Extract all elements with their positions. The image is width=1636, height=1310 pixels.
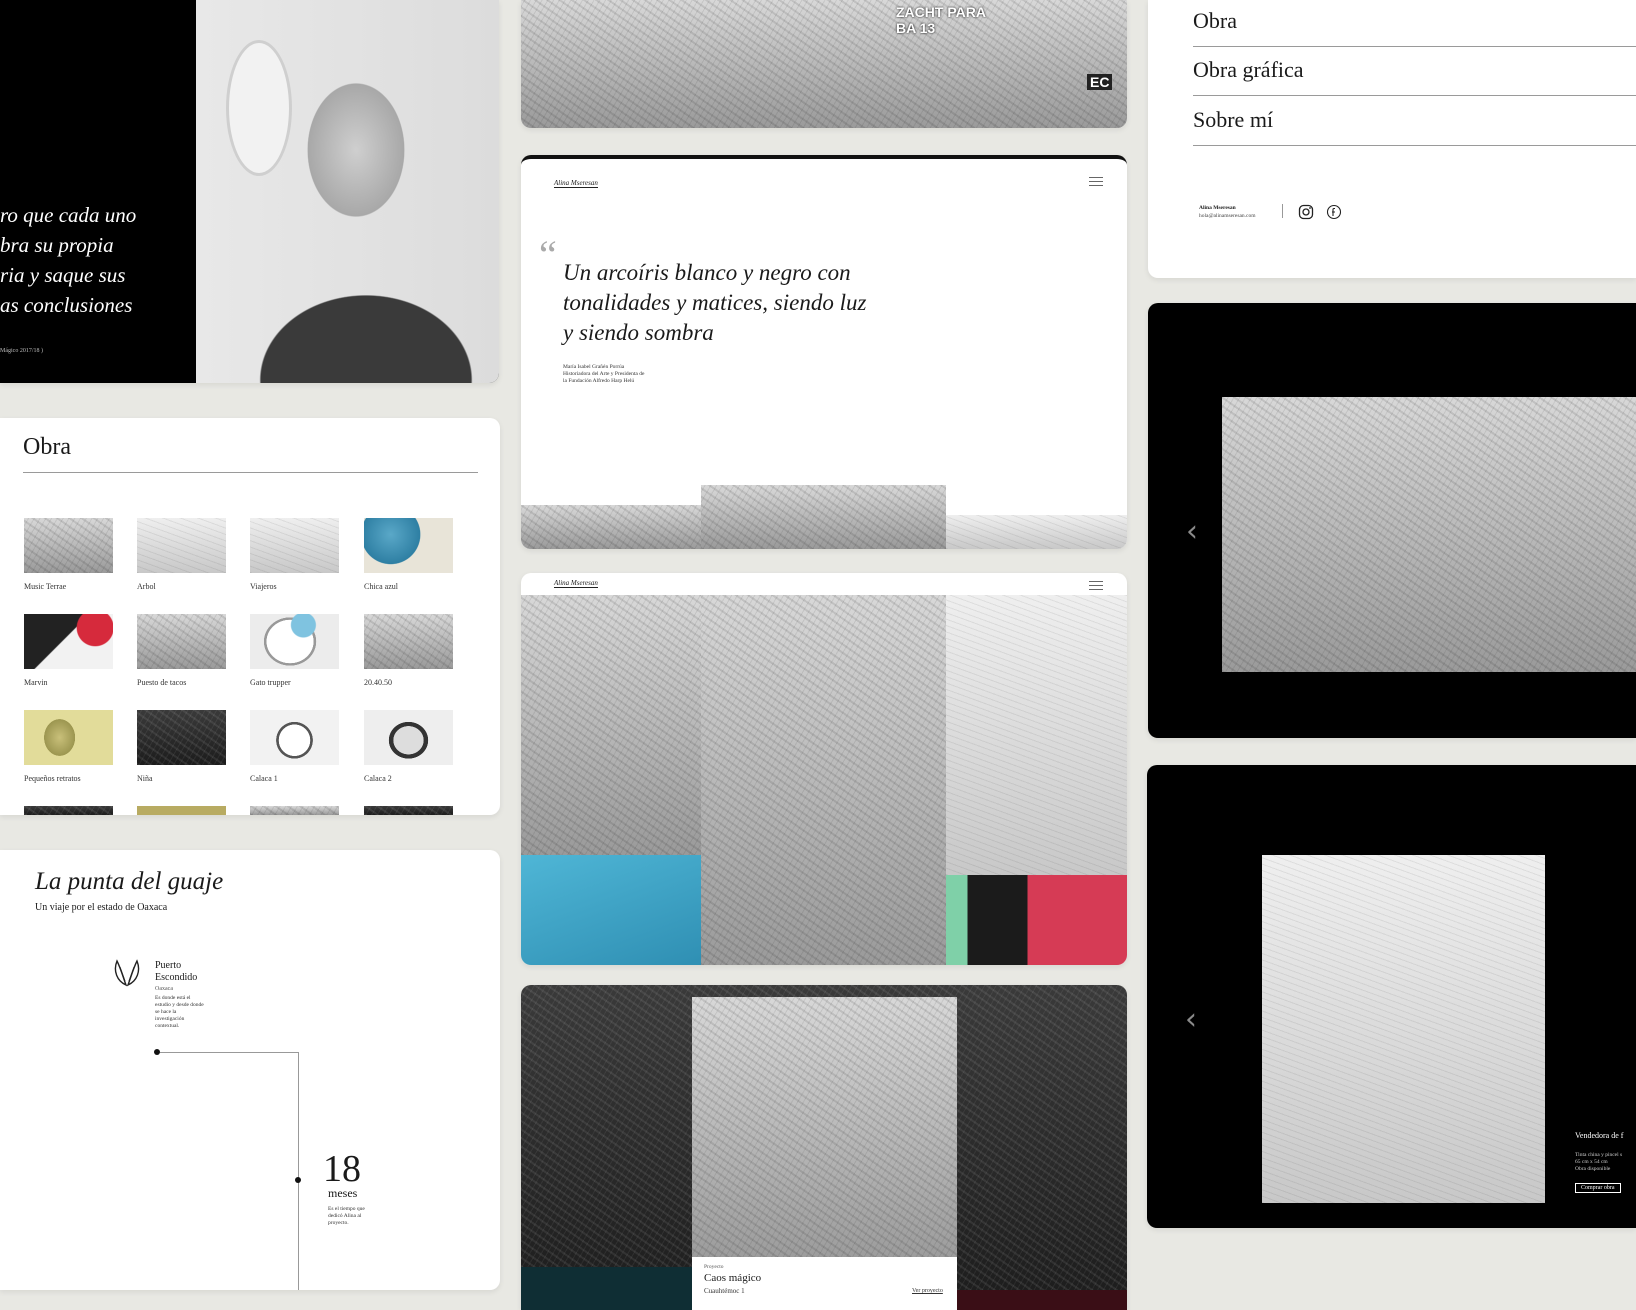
- project-preview-card: Proyecto Caos mágico Cuauhtémoc 1 Ver pr…: [521, 985, 1127, 1310]
- obra-grid-card: Obra Music Terrae Arbol Viajeros Chica a…: [0, 418, 500, 815]
- thumb-music-terrae[interactable]: [24, 518, 113, 573]
- timeline-dot: [295, 1177, 301, 1183]
- thumb-calaca-2[interactable]: [364, 710, 453, 765]
- artwork-strip-3: [946, 515, 1127, 549]
- thumb-label: Gato trupper: [250, 678, 291, 687]
- site-logo[interactable]: Alina Mseresan: [554, 179, 598, 188]
- menu-icon[interactable]: [1089, 177, 1103, 186]
- project-preview-art[interactable]: [692, 997, 957, 1267]
- menu-item-sobre-mi[interactable]: Sobre mí: [1193, 107, 1636, 146]
- thumb-label: Chica azul: [364, 582, 398, 591]
- thumb-gato-trupper[interactable]: [250, 614, 339, 669]
- facebook-icon[interactable]: [1326, 204, 1342, 225]
- hero-caption: Mágico 2017/18 ): [0, 348, 43, 354]
- menu-icon[interactable]: [1089, 581, 1103, 590]
- gallery-art-city[interactable]: [701, 595, 946, 965]
- place-region: Oaxaca: [155, 986, 173, 992]
- skull-plate-art: [226, 40, 292, 176]
- instagram-icon[interactable]: [1298, 204, 1314, 225]
- project-location: Cuauhtémoc 1: [704, 1287, 745, 1295]
- artwork-strip-2: [701, 485, 946, 549]
- viewer-artwork-vendedora: [1262, 855, 1545, 1203]
- thumb-chica-azul[interactable]: [364, 518, 453, 573]
- thumb-peek: [364, 806, 453, 815]
- artwork-viewer-top: ‹: [1148, 303, 1636, 738]
- thumb-label: 20.40.50: [364, 678, 392, 687]
- menu-item-obra-grafica[interactable]: Obra gráfica: [1193, 57, 1636, 96]
- leaf-icon: [111, 957, 143, 994]
- project-overlay: Proyecto Caos mágico Cuauhtémoc 1 Ver pr…: [692, 1257, 957, 1310]
- artwork-banner-top: ZACHT PARA BA 13 EC: [521, 0, 1127, 128]
- footer-divider: [1282, 204, 1283, 218]
- thumb-label: Pequeños retratos: [24, 774, 81, 783]
- project-timeline-card: La punta del guaje Un viaje por el estad…: [0, 850, 500, 1290]
- artwork-details: Tinta china y pincel s 65 cm x 54 cm Obr…: [1575, 1152, 1623, 1172]
- thumb-peek: [250, 806, 339, 815]
- stat-unit: meses: [328, 1186, 358, 1200]
- thumb-peek: [137, 806, 226, 815]
- thumb-pequenos-retratos[interactable]: [24, 710, 113, 765]
- project-title: La punta del guaje: [35, 868, 224, 895]
- thumb-label: Viajeros: [250, 582, 277, 591]
- gallery-art-red[interactable]: [946, 875, 1127, 965]
- artwork-title: Vendedora de f: [1575, 1131, 1624, 1140]
- stat-number: 18: [323, 1148, 361, 1190]
- gallery-card: Alina Mseresan: [521, 573, 1127, 965]
- artist-portrait: [196, 0, 499, 383]
- footer-name: Alina Mseresan: [1199, 205, 1236, 211]
- hero-quote: ro que cada uno bra su propia ria y saqu…: [0, 203, 137, 317]
- thumb-label: Music Terrae: [24, 582, 67, 591]
- thumb-label: Marvin: [24, 678, 48, 687]
- thumb-20-40-50[interactable]: [364, 614, 453, 669]
- hero-card: ro que cada uno bra su propia ria y saqu…: [0, 0, 499, 383]
- viewer-artwork-cityscape: [1222, 397, 1636, 672]
- gallery-art-house[interactable]: [521, 595, 701, 855]
- quote-text: Un arcoíris blanco y negro con tonalidad…: [563, 260, 867, 345]
- thumb-puesto-de-tacos[interactable]: [137, 614, 226, 669]
- obra-title-divider: [23, 472, 478, 473]
- thumb-nina[interactable]: [137, 710, 226, 765]
- thumb-calaca-1[interactable]: [250, 710, 339, 765]
- project-red-strip: [957, 1290, 1127, 1310]
- thumb-label: Calaca 2: [364, 774, 392, 783]
- thumb-viajeros[interactable]: [250, 518, 339, 573]
- buy-artwork-button[interactable]: Comprar obra: [1575, 1183, 1621, 1193]
- project-kicker: Proyecto: [704, 1264, 724, 1270]
- menu-item-obra[interactable]: Obra: [1193, 8, 1636, 47]
- stat-description: Es el tiempo que dedicó Alina al proyect…: [328, 1206, 365, 1226]
- project-teal-strip: [521, 1267, 692, 1310]
- thumb-label: Calaca 1: [250, 774, 278, 783]
- footer-email[interactable]: hola@alinamseresan.com: [1199, 213, 1256, 219]
- badge-text: EC: [1087, 74, 1113, 90]
- gallery-art-planter[interactable]: [946, 595, 1127, 875]
- sign-text: ZACHT PARA BA 13: [896, 4, 986, 36]
- timeline-line-h: [160, 1052, 298, 1053]
- thumb-marvin[interactable]: [24, 614, 113, 669]
- view-project-link[interactable]: Ver proyecto: [912, 1288, 943, 1294]
- chevron-left-icon[interactable]: ‹: [1186, 514, 1198, 549]
- thumb-arbol[interactable]: [137, 518, 226, 573]
- quote-mark: “: [539, 232, 557, 277]
- artwork-viewer-bottom: ‹ Vendedora de f Tinta china y pincel s …: [1147, 765, 1636, 1228]
- project-name: Caos mágico: [704, 1272, 762, 1284]
- chevron-left-icon[interactable]: ‹: [1185, 1002, 1197, 1037]
- thumb-label: Puesto de tacos: [137, 678, 187, 687]
- obra-title: Obra: [23, 434, 71, 460]
- artwork-strip-1: [521, 505, 701, 549]
- place-description: Es donde está el estudio y desde donde s…: [155, 995, 204, 1029]
- quote-card: Alina Mseresan “ Un arcoíris blanco y ne…: [521, 155, 1127, 549]
- site-logo[interactable]: Alina Mseresan: [554, 579, 598, 588]
- thumb-label: Arbol: [137, 582, 156, 591]
- place-name: Puerto Escondido: [155, 960, 198, 983]
- quote-author: María Isabel Grañén Porrúa Historiadora …: [563, 364, 645, 384]
- thumb-label: Niña: [137, 774, 153, 783]
- project-subtitle: Un viaje por el estado de Oaxaca: [35, 902, 168, 913]
- thumb-peek: [24, 806, 113, 815]
- timeline-line-v: [298, 1052, 299, 1290]
- gallery-art-blue-tree[interactable]: [521, 855, 701, 965]
